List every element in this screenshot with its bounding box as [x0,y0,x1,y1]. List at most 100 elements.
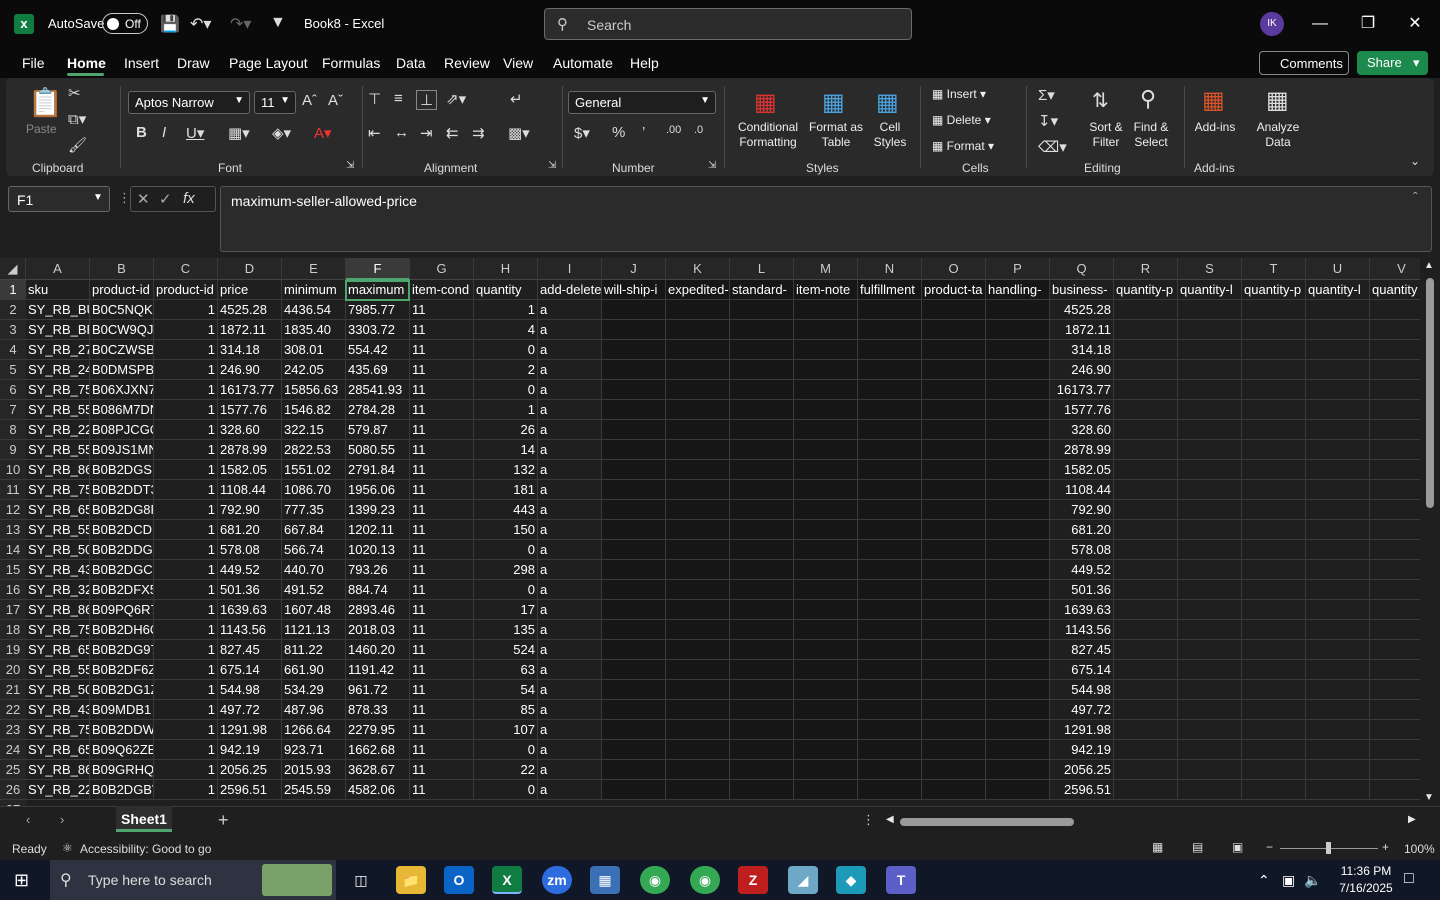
increase-font-icon[interactable]: Aˆ [302,92,317,109]
cell[interactable]: 11 [410,780,474,800]
cell[interactable]: 11 [410,540,474,560]
cell[interactable] [986,640,1050,660]
cell[interactable] [666,600,730,620]
cell[interactable] [1114,580,1178,600]
cell[interactable] [858,400,922,420]
customize-toolbar-icon[interactable]: ▼ [270,14,286,32]
cell[interactable] [1370,340,1420,360]
cell[interactable] [730,580,794,600]
cell[interactable] [858,300,922,320]
accessibility-status[interactable]: Accessibility: Good to go [80,842,211,856]
cell[interactable]: a [538,360,602,380]
row-header[interactable]: 3 [0,320,26,340]
cell[interactable]: 1266.64 [282,720,346,740]
cell[interactable]: 1 [154,780,218,800]
cell[interactable]: 827.45 [218,640,282,660]
cell[interactable]: 1 [474,400,538,420]
cell[interactable] [1178,320,1242,340]
insert-function-icon[interactable]: fx [183,190,195,207]
column-header-c[interactable]: C [154,258,218,280]
font-dialog-launcher-icon[interactable]: ⇲ [346,160,354,171]
wrap-text-icon[interactable]: ↵ [510,90,523,108]
cell[interactable] [602,680,666,700]
cell[interactable] [602,580,666,600]
cell[interactable] [922,680,986,700]
cell[interactable]: 1 [154,740,218,760]
close-icon[interactable]: ✕ [1400,10,1430,38]
cell[interactable]: 1121.13 [282,620,346,640]
cell[interactable] [986,620,1050,640]
cell[interactable] [730,760,794,780]
column-header-e[interactable]: E [282,258,346,280]
cell[interactable] [1178,660,1242,680]
cell[interactable]: 578.08 [218,540,282,560]
cell[interactable] [1178,380,1242,400]
column-header-g[interactable]: G [410,258,474,280]
chrome-icon[interactable]: ◉ [640,866,670,894]
conditional-formatting-icon[interactable]: ▦ [754,88,777,117]
row-header[interactable]: 12 [0,500,26,520]
cell[interactable]: a [538,720,602,740]
cell[interactable]: a [538,500,602,520]
cell[interactable]: 2056.25 [218,760,282,780]
cell[interactable]: product-id [154,280,218,300]
cell[interactable]: price [218,280,282,300]
cell[interactable] [794,700,858,720]
cell[interactable]: B0B2DDG1 [90,540,154,560]
cell[interactable]: 449.52 [218,560,282,580]
cell[interactable]: 1 [154,640,218,660]
cell[interactable] [1114,300,1178,320]
row-header[interactable]: 22 [0,700,26,720]
row-header[interactable]: 25 [0,760,26,780]
cell[interactable] [922,500,986,520]
cell[interactable]: B09JS1MN [90,440,154,460]
cell[interactable]: SY_RB_27 [26,340,90,360]
cell-styles-button[interactable]: Cell Styles [868,120,912,150]
chrome-profile-icon[interactable]: ◉ [690,866,720,894]
cell[interactable]: SY_RB_22 [26,780,90,800]
cell[interactable] [602,600,666,620]
cell[interactable] [986,540,1050,560]
cell[interactable]: 0 [474,340,538,360]
find-select-icon[interactable]: ⚲ [1140,86,1156,112]
cell[interactable] [986,560,1050,580]
row-header[interactable]: 1 [0,280,26,300]
bold-icon[interactable]: B [136,124,147,141]
clock-time[interactable]: 11:36 PM [1330,864,1402,878]
conditional-formatting-button[interactable]: Conditional Formatting [730,120,806,150]
cell[interactable] [666,620,730,640]
cell[interactable]: 1291.98 [1050,720,1114,740]
cell[interactable] [858,540,922,560]
cell[interactable] [1178,520,1242,540]
row-header[interactable]: 20 [0,660,26,680]
cell[interactable] [1242,760,1306,780]
cell[interactable]: 777.35 [282,500,346,520]
row-header[interactable]: 24 [0,740,26,760]
cell[interactable] [1178,620,1242,640]
cell[interactable] [602,700,666,720]
column-header-o[interactable]: O [922,258,986,280]
cell[interactable] [922,340,986,360]
cell[interactable]: 2018.03 [346,620,410,640]
cell[interactable] [1306,400,1370,420]
cell[interactable]: 11 [410,760,474,780]
cell[interactable]: 0 [474,380,538,400]
row-header[interactable]: 8 [0,420,26,440]
cell[interactable] [922,780,986,800]
cell[interactable]: 827.45 [1050,640,1114,660]
cell[interactable] [730,320,794,340]
cell[interactable]: 0 [474,580,538,600]
cell[interactable] [858,720,922,740]
cell[interactable] [794,560,858,580]
delete-cells-button[interactable]: ▦ Delete ▾ [932,113,991,128]
cell[interactable] [666,720,730,740]
cell[interactable] [730,540,794,560]
fill-icon[interactable]: ↧▾ [1038,112,1058,130]
cell[interactable] [1306,320,1370,340]
cell[interactable] [1306,340,1370,360]
cell[interactable]: B0B2DDW [90,720,154,740]
cell[interactable]: 11 [410,300,474,320]
cell[interactable] [986,600,1050,620]
currency-icon[interactable]: $▾ [574,124,590,142]
cell[interactable] [1242,640,1306,660]
